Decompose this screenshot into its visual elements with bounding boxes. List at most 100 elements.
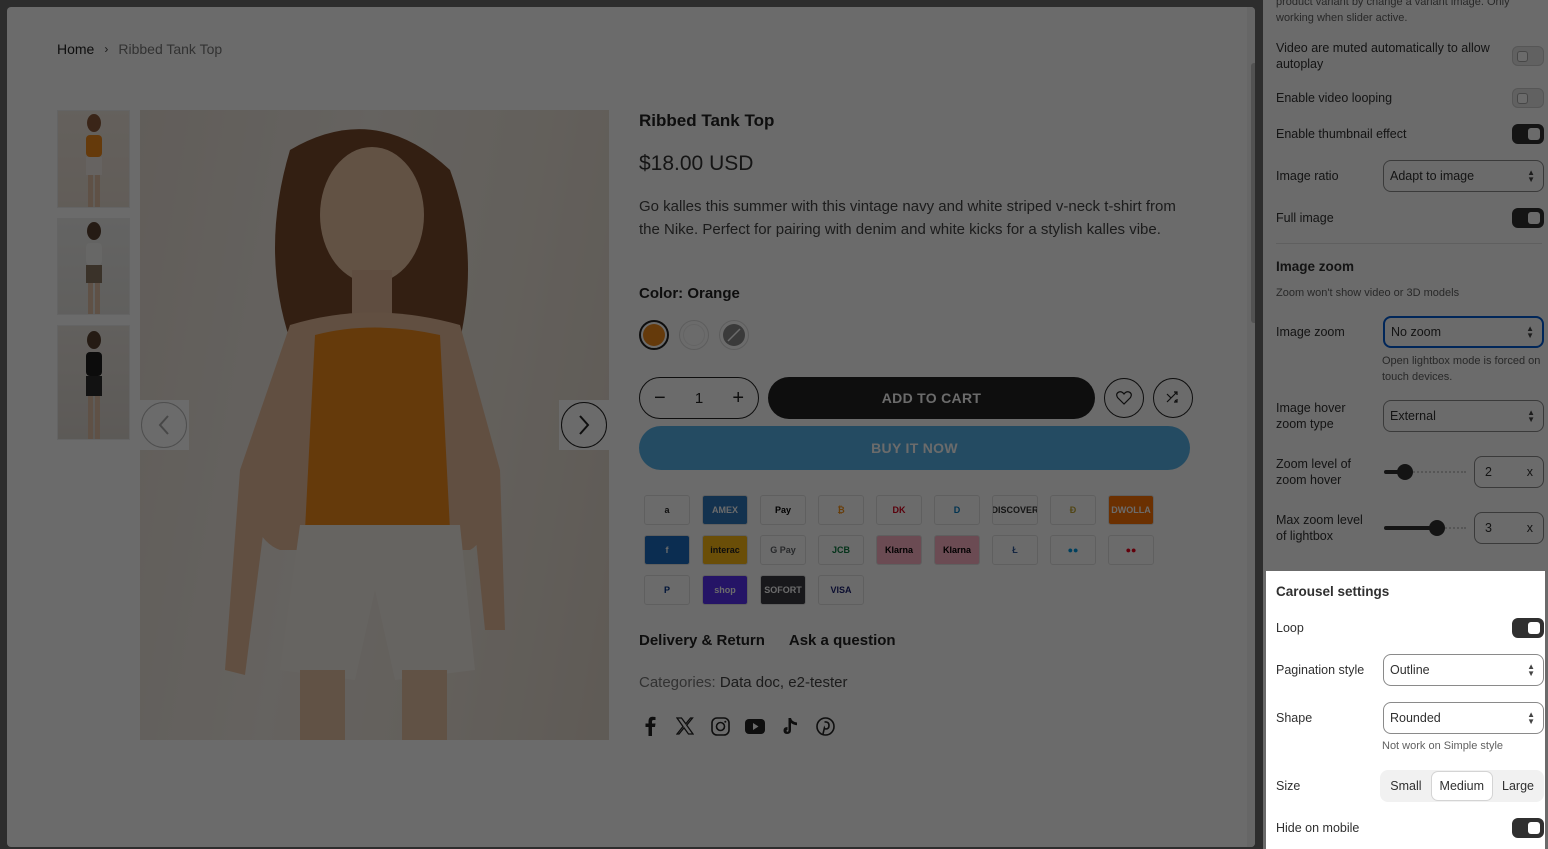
pinterest-icon[interactable] (814, 715, 836, 737)
add-to-cart-button[interactable]: ADD TO CART (768, 377, 1095, 419)
increase-quantity-button[interactable]: + (732, 388, 744, 408)
wishlist-button[interactable] (1104, 378, 1144, 418)
full-image-label: Full image (1276, 211, 1334, 225)
quantity-stepper: − 1 + (639, 377, 759, 419)
shape-label: Shape (1276, 711, 1313, 725)
max-zoom-slider[interactable] (1384, 520, 1466, 536)
zoom-level-slider[interactable] (1384, 464, 1466, 480)
shape-select[interactable]: Rounded ▲ ▼ (1383, 702, 1544, 734)
main-product-image[interactable] (140, 110, 609, 740)
payment-method-icon: DK (876, 495, 922, 525)
chevron-right-icon (561, 402, 607, 448)
zoom-level-label: Zoom level of zoom hover (1276, 457, 1352, 487)
categories: Categories: Data doc, e2-tester (639, 674, 847, 691)
thumbnail-white[interactable] (57, 218, 130, 315)
chevron-left-icon (141, 402, 187, 448)
swatch-grey[interactable] (719, 320, 749, 350)
decrease-quantity-button[interactable]: − (654, 388, 666, 408)
product-title: Ribbed Tank Top (639, 111, 775, 130)
tab-ask-question[interactable]: Ask a question (789, 632, 896, 649)
video-muted-toggle[interactable] (1512, 46, 1544, 66)
cart-row: − 1 + ADD TO CART (639, 377, 1193, 419)
payment-method-icon: f (644, 535, 690, 565)
payment-method-icon: ●● (1050, 535, 1096, 565)
thumbnail-effect-toggle[interactable] (1512, 124, 1544, 144)
setting-video-muted: Video are muted automatically to allow a… (1276, 40, 1544, 72)
zoom-level-unit: x (1526, 465, 1533, 479)
image-zoom-note: Open lightbox mode is forced on touch de… (1382, 355, 1541, 383)
size-option-large[interactable]: Large (1494, 772, 1542, 800)
breadcrumb-home[interactable]: Home (57, 41, 94, 57)
setting-size: Size Small Medium Large (1276, 770, 1544, 802)
shape-note: Not work on Simple style (1382, 740, 1504, 752)
x-icon[interactable] (674, 715, 696, 737)
product-price: $18.00 USD (639, 152, 754, 175)
video-looping-toggle[interactable] (1512, 88, 1544, 108)
preview-scrollbar-thumb[interactable] (1251, 63, 1255, 323)
setting-shape: Shape Rounded ▲ ▼ (1276, 702, 1544, 734)
product-tabs: Delivery & Return Ask a question (639, 632, 896, 649)
size-label: Size (1276, 779, 1301, 793)
quantity-value[interactable]: 1 (695, 390, 703, 407)
facebook-icon[interactable] (639, 715, 661, 737)
heart-icon (1116, 391, 1132, 405)
thumbnail-black[interactable] (57, 325, 130, 440)
image-ratio-value: Adapt to image (1390, 169, 1475, 183)
size-option-medium[interactable]: Medium (1431, 772, 1493, 800)
buy-it-now-button[interactable]: BUY IT NOW (639, 426, 1190, 470)
carousel-settings-section: Carousel settings Loop Pagination style … (1266, 571, 1545, 847)
next-image-button[interactable] (559, 400, 609, 450)
zoom-level-value: 2 (1485, 465, 1492, 479)
social-share (639, 715, 836, 737)
payment-method-icon: VISA (818, 575, 864, 605)
full-image-toggle[interactable] (1512, 208, 1544, 228)
image-zoom-select[interactable]: No zoom ▲ ▼ (1383, 316, 1544, 348)
max-zoom-input[interactable]: 3 x (1474, 512, 1544, 544)
color-swatches (639, 320, 749, 350)
swatch-orange[interactable] (639, 320, 669, 350)
hover-zoom-type-select[interactable]: External ▲ ▼ (1383, 400, 1544, 432)
max-zoom-label: Max zoom level of lightbox (1276, 513, 1363, 543)
setting-max-zoom: Max zoom level of lightbox 3 x (1276, 512, 1544, 544)
hide-mobile-label: Hide on mobile (1276, 821, 1360, 835)
image-zoom-value: No zoom (1391, 325, 1442, 339)
payment-method-icon: Pay (760, 495, 806, 525)
image-zoom-hint: Zoom won't show video or 3D models (1276, 287, 1460, 299)
tiktok-icon[interactable] (779, 715, 801, 737)
setting-pagination-style: Pagination style Outline ▲ ▼ (1276, 654, 1544, 686)
setting-thumbnail-effect: Enable thumbnail effect (1276, 124, 1544, 144)
categories-value[interactable]: Data doc, e2-tester (720, 674, 848, 691)
shuffle-icon (1166, 391, 1178, 403)
tab-delivery-return[interactable]: Delivery & Return (639, 632, 765, 649)
video-looping-label: Enable video looping (1276, 91, 1393, 105)
max-zoom-unit: x (1526, 521, 1533, 535)
hover-zoom-type-value: External (1390, 409, 1436, 423)
image-zoom-title: Image zoom (1276, 259, 1355, 274)
zoom-level-input[interactable]: 2 x (1474, 456, 1544, 488)
image-ratio-label: Image ratio (1276, 169, 1339, 183)
compare-button[interactable] (1153, 378, 1193, 418)
breadcrumb: Home › Ribbed Tank Top (57, 41, 222, 57)
setting-image-ratio: Image ratio Adapt to image ▲ ▼ (1276, 160, 1544, 192)
payment-method-icon: a (644, 495, 690, 525)
select-chevron-icon: ▲ ▼ (1527, 710, 1535, 726)
thumbnail-orange[interactable] (57, 110, 130, 208)
product-description: Go kalles this summer with this vintage … (639, 198, 1176, 238)
model-figure-icon (85, 222, 102, 314)
model-photo-icon (225, 129, 505, 740)
select-chevron-icon: ▲ ▼ (1527, 662, 1535, 678)
size-option-small[interactable]: Small (1382, 772, 1429, 800)
image-ratio-select[interactable]: Adapt to image ▲ ▼ (1383, 160, 1544, 192)
payment-method-icon: SOFORT (760, 575, 806, 605)
prev-image-button[interactable] (139, 400, 189, 450)
setting-full-image: Full image (1276, 208, 1544, 228)
select-chevron-icon: ▲ ▼ (1527, 408, 1535, 424)
hide-mobile-toggle[interactable] (1512, 818, 1544, 838)
youtube-icon[interactable] (744, 715, 766, 737)
video-muted-label: Video are muted automatically to allow a… (1276, 41, 1490, 71)
select-chevron-icon: ▲ ▼ (1526, 324, 1534, 340)
instagram-icon[interactable] (709, 715, 731, 737)
swatch-white[interactable] (679, 320, 709, 350)
loop-toggle[interactable] (1512, 618, 1544, 638)
pagination-style-select[interactable]: Outline ▲ ▼ (1383, 654, 1544, 686)
